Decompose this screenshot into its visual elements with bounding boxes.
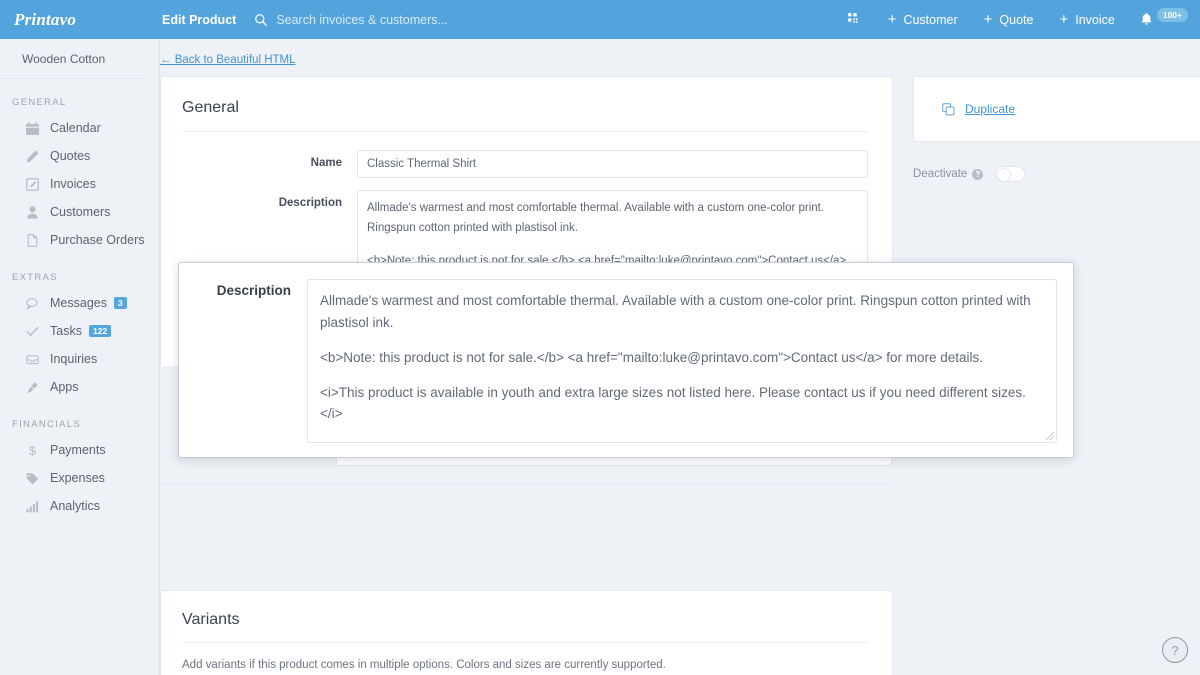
sidebar: Wooden Cotton GENERAL Calendar Quotes In… bbox=[0, 39, 160, 675]
svg-text:$: $ bbox=[29, 444, 36, 457]
sidebar-item-label: Tasks bbox=[50, 324, 82, 338]
new-invoice-button[interactable]: + Invoice bbox=[1046, 12, 1127, 27]
organization-name[interactable]: Wooden Cotton bbox=[0, 39, 145, 79]
new-customer-button[interactable]: + Customer bbox=[875, 12, 971, 27]
overlay-description-text: Allmade's warmest and most comfortable t… bbox=[320, 290, 1044, 425]
grid-apps-icon bbox=[847, 12, 862, 27]
sidebar-item-quotes[interactable]: Quotes bbox=[0, 142, 159, 170]
sidebar-item-label: Apps bbox=[50, 380, 79, 394]
plus-icon: + bbox=[887, 11, 897, 28]
sidebar-item-purchase-orders[interactable]: Purchase Orders bbox=[0, 226, 159, 254]
question-mark-icon[interactable]: ? bbox=[972, 168, 984, 180]
overlay-description-label: Description bbox=[216, 283, 291, 298]
overlay-description-textarea[interactable]: Allmade's warmest and most comfortable t… bbox=[307, 279, 1057, 443]
plus-icon: + bbox=[983, 11, 993, 28]
duplicate-card: Duplicate bbox=[913, 76, 1200, 142]
bell-icon bbox=[1140, 12, 1153, 27]
sidebar-item-invoices[interactable]: Invoices bbox=[0, 170, 159, 198]
help-button[interactable]: ? bbox=[1162, 637, 1188, 663]
breadcrumb: ← Back to Beautiful HTML bbox=[160, 39, 1200, 76]
sidebar-item-label: Invoices bbox=[50, 177, 96, 191]
sidebar-item-expenses[interactable]: Expenses bbox=[0, 464, 159, 492]
description-paragraph: Allmade's warmest and most comfortable t… bbox=[367, 202, 825, 235]
notifications-button[interactable]: 100+ bbox=[1128, 8, 1188, 27]
resize-handle-icon[interactable] bbox=[1046, 432, 1054, 440]
app-logo[interactable]: Printavo bbox=[0, 10, 160, 30]
global-search[interactable]: Search invoices & customers... bbox=[254, 13, 834, 27]
description-overlay-popup: Description Allmade's warmest and most c… bbox=[178, 262, 1074, 458]
name-field-row: Name Classic Thermal Shirt bbox=[182, 150, 868, 178]
sidebar-item-label: Customers bbox=[50, 205, 111, 219]
sidebar-item-label: Analytics bbox=[50, 499, 101, 513]
sidebar-item-analytics[interactable]: Analytics bbox=[0, 492, 159, 520]
document-icon bbox=[26, 233, 39, 247]
sidebar-item-label: Calendar bbox=[50, 121, 101, 135]
sidebar-item-tasks[interactable]: Tasks 122 bbox=[0, 317, 159, 345]
sidebar-item-label: Purchase Orders bbox=[50, 233, 145, 247]
pencil-icon bbox=[26, 150, 39, 163]
sidebar-section-financials-title: FINANCIALS bbox=[12, 419, 81, 430]
search-icon bbox=[254, 13, 268, 27]
sidebar-item-apps[interactable]: Apps bbox=[0, 373, 159, 401]
deactivate-row: Deactivate ? bbox=[913, 142, 1200, 182]
overlay-paragraph: Allmade's warmest and most comfortable t… bbox=[320, 293, 1031, 330]
new-quote-button[interactable]: + Quote bbox=[971, 12, 1047, 27]
duplicate-label: Duplicate bbox=[965, 102, 1016, 116]
sidebar-section-extras-title: EXTRAS bbox=[12, 272, 58, 283]
variants-card: Variants Add variants if this product co… bbox=[160, 590, 893, 675]
deactivate-toggle[interactable] bbox=[995, 166, 1026, 182]
new-quote-label: Quote bbox=[999, 12, 1034, 27]
name-label: Name bbox=[310, 157, 342, 169]
calendar-icon bbox=[26, 121, 39, 135]
dollar-icon: $ bbox=[26, 444, 39, 457]
notification-count-badge: 100+ bbox=[1156, 8, 1188, 22]
top-actions: + Customer + Quote + Invoice 100+ bbox=[835, 8, 1200, 27]
copy-icon bbox=[942, 102, 955, 116]
overlay-paragraph: <i>This product is available in youth an… bbox=[320, 384, 1026, 422]
sidebar-section-general-title: GENERAL bbox=[12, 97, 67, 108]
right-panel: Duplicate Deactivate ? bbox=[913, 76, 1200, 182]
plug-icon bbox=[26, 381, 39, 394]
sidebar-item-calendar[interactable]: Calendar bbox=[0, 114, 159, 142]
sidebar-item-label: Payments bbox=[50, 443, 106, 457]
top-navigation-bar: Printavo Edit Product Search invoices & … bbox=[0, 0, 1200, 39]
sidebar-item-messages[interactable]: Messages 3 bbox=[0, 289, 159, 317]
description-label: Description bbox=[278, 197, 342, 209]
person-icon bbox=[26, 205, 39, 219]
bar-chart-icon bbox=[26, 500, 39, 513]
chat-bubble-icon bbox=[26, 297, 39, 310]
sidebar-item-label: Quotes bbox=[50, 149, 91, 163]
inbox-icon bbox=[26, 353, 39, 366]
sidebar-item-inquiries[interactable]: Inquiries bbox=[0, 345, 159, 373]
sidebar-item-customers[interactable]: Customers bbox=[0, 198, 159, 226]
search-input-placeholder[interactable]: Search invoices & customers... bbox=[276, 13, 448, 27]
apps-grid-button[interactable] bbox=[835, 12, 875, 27]
back-link[interactable]: ← Back to Beautiful HTML bbox=[160, 39, 1200, 66]
plus-icon: + bbox=[1059, 11, 1069, 28]
duplicate-button[interactable]: Duplicate bbox=[942, 102, 1015, 116]
messages-badge: 3 bbox=[113, 296, 127, 310]
variants-heading: Variants bbox=[182, 611, 868, 643]
deactivate-label: Deactivate bbox=[913, 168, 968, 180]
overlay-paragraph: <b>Note: this product is not for sale.</… bbox=[320, 349, 984, 365]
general-heading: General bbox=[182, 99, 868, 132]
variants-subtext: Add variants if this product comes in mu… bbox=[182, 659, 666, 671]
check-icon bbox=[26, 325, 39, 338]
tag-icon bbox=[26, 472, 39, 485]
sidebar-item-label: Inquiries bbox=[50, 352, 98, 366]
sidebar-item-label: Messages bbox=[50, 296, 107, 310]
sidebar-item-label: Expenses bbox=[50, 471, 105, 485]
edit-note-icon bbox=[26, 177, 39, 191]
name-input[interactable]: Classic Thermal Shirt bbox=[357, 150, 868, 178]
tasks-badge: 122 bbox=[88, 324, 112, 338]
new-invoice-label: Invoice bbox=[1075, 12, 1115, 27]
sidebar-item-payments[interactable]: $ Payments bbox=[0, 436, 159, 464]
page-title: Edit Product bbox=[162, 12, 237, 27]
new-customer-label: Customer bbox=[903, 12, 958, 27]
